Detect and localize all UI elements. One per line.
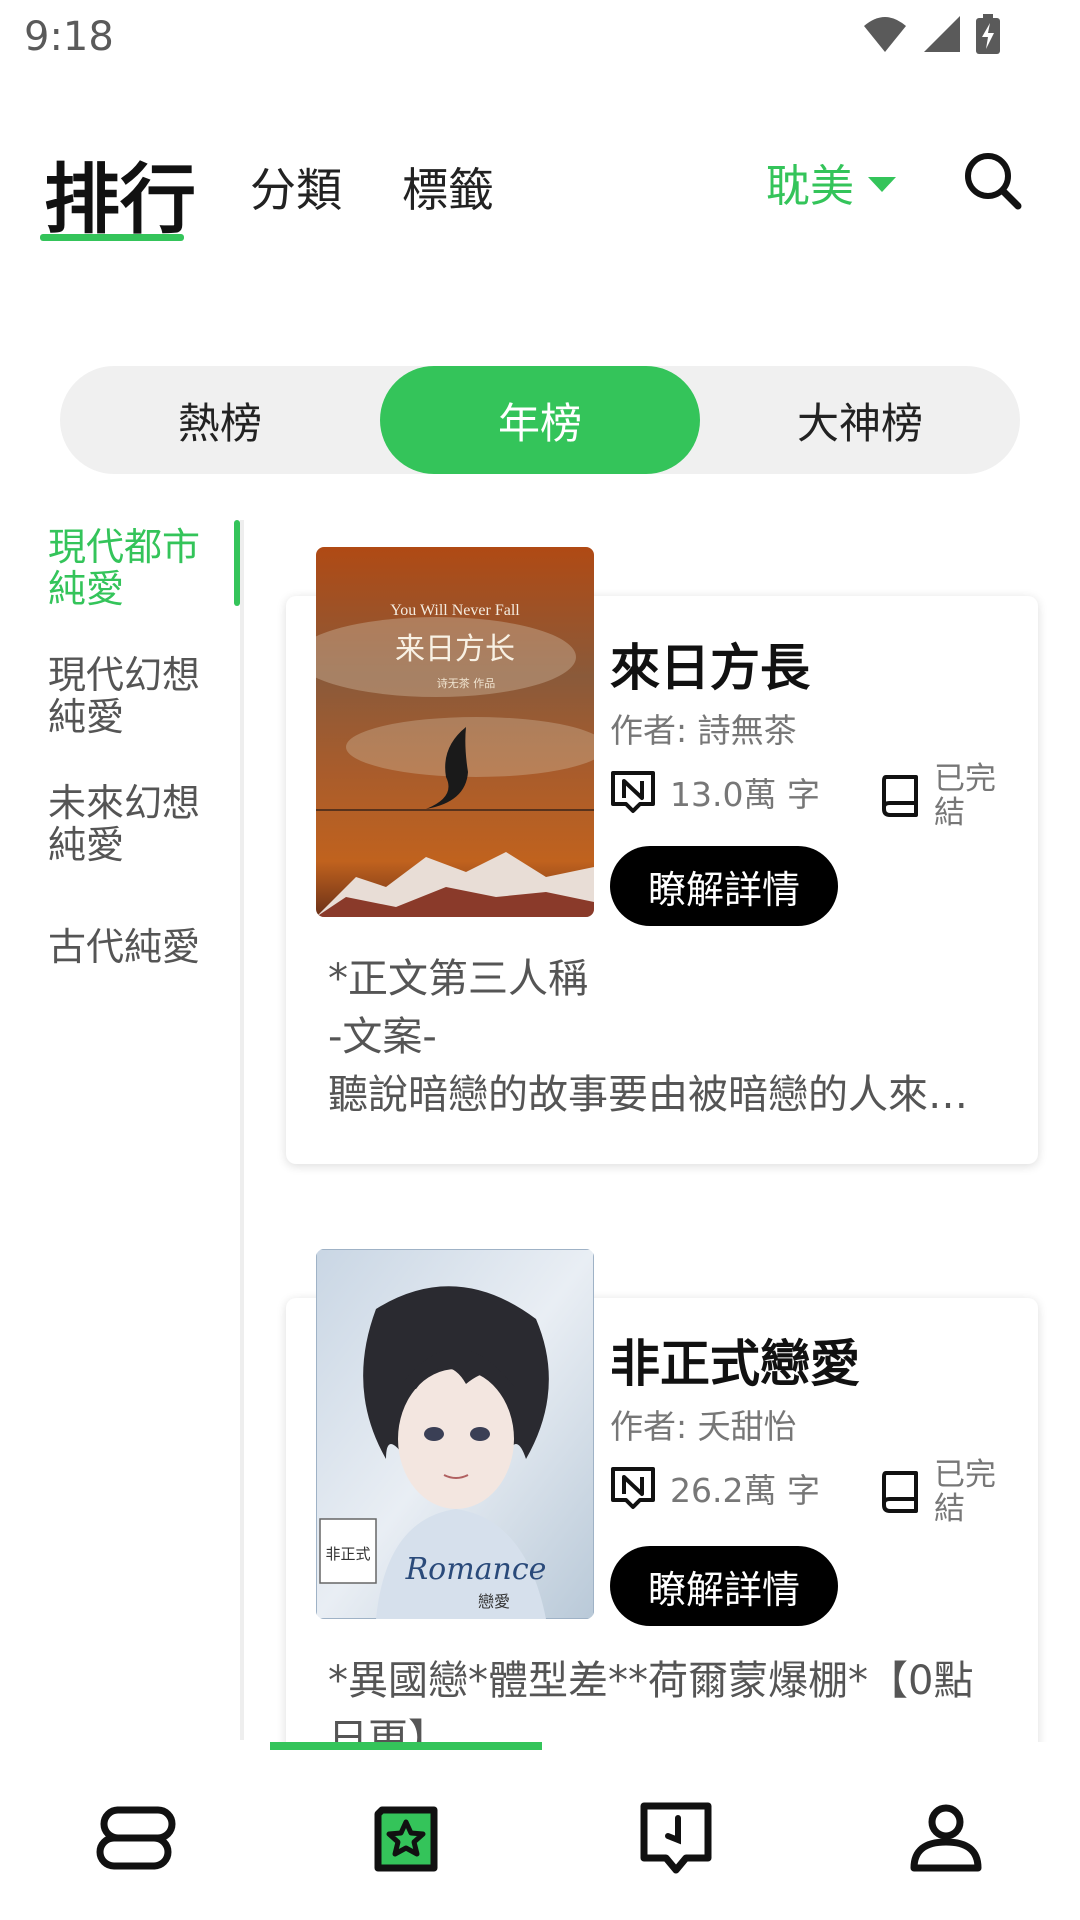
search-icon[interactable] <box>960 148 1024 212</box>
category-active-indicator <box>234 520 240 606</box>
cover-art-image: You Will Never Fall 来日方长 诗无茶 作品 <box>316 547 594 917</box>
category-item-modern-fantasy[interactable]: 現代幻想純愛 <box>48 654 223 738</box>
bookmark-book-icon[interactable] <box>634 1796 718 1880</box>
book-title[interactable]: 來日方長 <box>610 628 810 700</box>
word-count-icon <box>611 1467 655 1509</box>
genre-dropdown[interactable]: 耽美 <box>766 150 896 214</box>
book-status-icon <box>882 1471 918 1513</box>
tab-active-underline <box>40 234 184 241</box>
category-divider <box>240 520 244 1740</box>
tab-tags[interactable]: 標籤 <box>402 154 494 220</box>
cover-subtitle: 戀愛 <box>478 1592 510 1611</box>
word-count-icon <box>611 771 655 813</box>
battery-charging-icon <box>976 14 1000 54</box>
book-status: 已完結 <box>880 1458 1004 1526</box>
segment-master[interactable]: 大神榜 <box>700 366 1020 474</box>
cover-subtitle: 诗无茶 作品 <box>437 676 496 690</box>
chevron-down-icon <box>868 176 896 192</box>
cover-title-cn: 来日方长 <box>395 632 515 667</box>
book-description-line: *正文第三人稱 <box>328 956 588 1002</box>
segment-hot[interactable]: 熱榜 <box>60 366 380 474</box>
bottom-nav-active-indicator <box>270 1742 542 1750</box>
book-description-line: -文案- <box>328 1014 437 1060</box>
category-item-modern-urban[interactable]: 現代都市純愛 <box>48 526 223 610</box>
word-count-text: 13.0萬 字 <box>670 775 820 814</box>
book-description: *正文第三人稱 -文案- 聽說暗戀的故事要由被暗戀的人來… <box>328 950 1008 1124</box>
word-count-text: 26.2萬 字 <box>670 1471 820 1510</box>
genre-label: 耽美 <box>766 161 854 212</box>
book-status-icon <box>882 775 918 817</box>
tab-categories[interactable]: 分類 <box>250 154 342 220</box>
view-details-button[interactable]: 瞭解詳情 <box>610 1546 838 1626</box>
cover-art-image: 非正式 Romance 戀愛 <box>316 1249 594 1619</box>
book-cover[interactable]: 非正式 Romance 戀愛 <box>316 1249 594 1619</box>
bookshelf-icon[interactable] <box>92 1796 176 1880</box>
category-list: 現代都市純愛 現代幻想純愛 未來幻想純愛 古代純愛 <box>0 520 244 1740</box>
category-item-future-fantasy[interactable]: 未來幻想純愛 <box>48 782 223 866</box>
book-word-count: 13.0萬 字 <box>610 768 820 816</box>
book-status: 已完結 <box>880 762 1004 830</box>
status-time: 9:18 <box>24 14 114 60</box>
view-details-button[interactable]: 瞭解詳情 <box>610 846 838 926</box>
book-cover[interactable]: You Will Never Fall 来日方长 诗无茶 作品 <box>316 547 594 917</box>
cover-title-en: You Will Never Fall <box>390 602 520 619</box>
ranking-star-icon[interactable] <box>364 1796 448 1880</box>
book-description-line: 聽說暗戀的故事要由被暗戀的人來… <box>328 1072 968 1118</box>
status-bar: 9:18 <box>0 0 1080 72</box>
book-status-text: 已完結 <box>934 1457 996 1527</box>
book-word-count: 26.2萬 字 <box>610 1464 820 1512</box>
book-author: 作者: 詩無茶 <box>610 711 797 750</box>
top-navigation: 排行 分類 標籤 耽美 <box>0 130 1080 250</box>
book-description-line: 日更】 <box>328 1716 448 1742</box>
book-status-text: 已完結 <box>934 761 996 831</box>
category-item-ancient[interactable]: 古代純愛 <box>48 926 223 968</box>
book-title[interactable]: 非正式戀愛 <box>610 1324 860 1396</box>
ranking-segment-control: 熱榜 年榜 大神榜 <box>60 366 1020 474</box>
bottom-navigation <box>0 1742 1080 1920</box>
cover-title-cn: 非正式 <box>325 1545 370 1563</box>
book-description-line: *異國戀*體型差**荷爾蒙爆棚*【0點 <box>328 1658 974 1704</box>
cover-title-en: Romance <box>405 1552 547 1587</box>
status-icons <box>862 14 1000 54</box>
tab-ranking[interactable]: 排行 <box>44 138 196 248</box>
signal-icon <box>924 16 960 52</box>
segment-annual[interactable]: 年榜 <box>380 366 700 474</box>
book-description: *異國戀*體型差**荷爾蒙爆棚*【0點 日更】 <box>328 1652 1008 1742</box>
wifi-icon <box>864 17 906 52</box>
book-author: 作者: 夭甜怡 <box>610 1407 797 1446</box>
profile-icon[interactable] <box>904 1796 988 1880</box>
